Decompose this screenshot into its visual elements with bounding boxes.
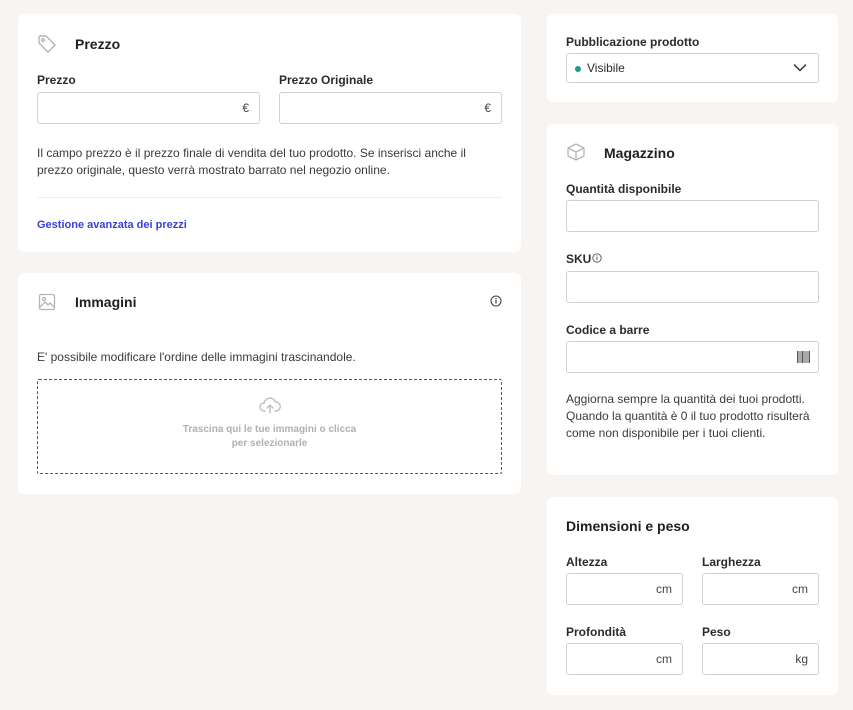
depth-unit: cm	[656, 652, 672, 666]
info-icon[interactable]	[490, 295, 502, 307]
quantity-input[interactable]	[566, 200, 819, 232]
dropzone-text-line1: Trascina qui le tue immagini o clicca	[182, 424, 357, 435]
quantity-label: Quantità disponibile	[566, 182, 682, 196]
depth-label: Profondità	[566, 625, 626, 639]
publication-label: Pubblicazione prodotto	[566, 35, 700, 49]
height-unit: cm	[656, 582, 672, 596]
publication-card: Pubblicazione prodotto Visibile	[547, 14, 838, 102]
currency-suffix: €	[484, 101, 491, 115]
warehouse-card-title: Magazzino	[604, 145, 675, 161]
currency-suffix: €	[242, 101, 249, 115]
sku-input[interactable]	[566, 271, 819, 303]
price-input[interactable]: €	[37, 92, 260, 124]
weight-input[interactable]: kg	[702, 643, 819, 675]
barcode-icon	[797, 351, 810, 363]
advanced-pricing-link[interactable]: Gestione avanzata dei prezzi	[37, 219, 187, 231]
image-dropzone[interactable]: Trascina qui le tue immagini o clicca pe…	[37, 379, 502, 474]
price-card: Prezzo Prezzo € Prezzo Originale € Il ca…	[18, 14, 521, 252]
images-card: Immagini E' possibile modificare l'ordin…	[18, 273, 521, 494]
dimensions-card: Dimensioni e peso Altezza cm Larghezza c…	[547, 497, 838, 695]
publication-selected-value: Visibile	[587, 61, 625, 75]
weight-label: Peso	[702, 625, 731, 639]
chevron-down-icon	[793, 64, 807, 72]
sku-label: SKU	[566, 252, 592, 266]
original-price-input[interactable]: €	[279, 92, 502, 124]
width-label: Larghezza	[702, 555, 761, 569]
price-label: Prezzo	[37, 73, 76, 87]
box-icon	[567, 143, 585, 161]
weight-unit: kg	[795, 652, 808, 666]
dimensions-card-title: Dimensioni e peso	[566, 518, 690, 534]
cloud-upload-icon	[259, 397, 281, 414]
sku-info-icon[interactable]	[592, 253, 602, 263]
height-label: Altezza	[566, 555, 608, 569]
barcode-label: Codice a barre	[566, 323, 650, 337]
depth-input[interactable]: cm	[566, 643, 683, 675]
price-description: Il campo prezzo è il prezzo finale di ve…	[37, 146, 466, 177]
price-tag-icon	[38, 35, 56, 53]
width-input[interactable]: cm	[702, 573, 819, 605]
images-card-title: Immagini	[75, 294, 137, 310]
price-divider	[37, 197, 502, 198]
barcode-input[interactable]	[566, 341, 819, 373]
original-price-label: Prezzo Originale	[279, 73, 374, 87]
height-input[interactable]: cm	[566, 573, 683, 605]
visible-status-dot	[575, 66, 581, 72]
dropzone-text-line2: per selezionarle	[231, 438, 308, 449]
width-unit: cm	[792, 582, 808, 596]
warehouse-description: Aggiorna sempre la quantità dei tuoi pro…	[566, 392, 810, 440]
warehouse-card: Magazzino Quantità disponibile SKU Codic…	[547, 124, 838, 475]
images-description: E' possibile modificare l'ordine delle i…	[37, 350, 356, 364]
price-card-title: Prezzo	[75, 36, 121, 52]
image-icon	[38, 293, 56, 311]
publication-select[interactable]: Visibile	[566, 53, 819, 83]
